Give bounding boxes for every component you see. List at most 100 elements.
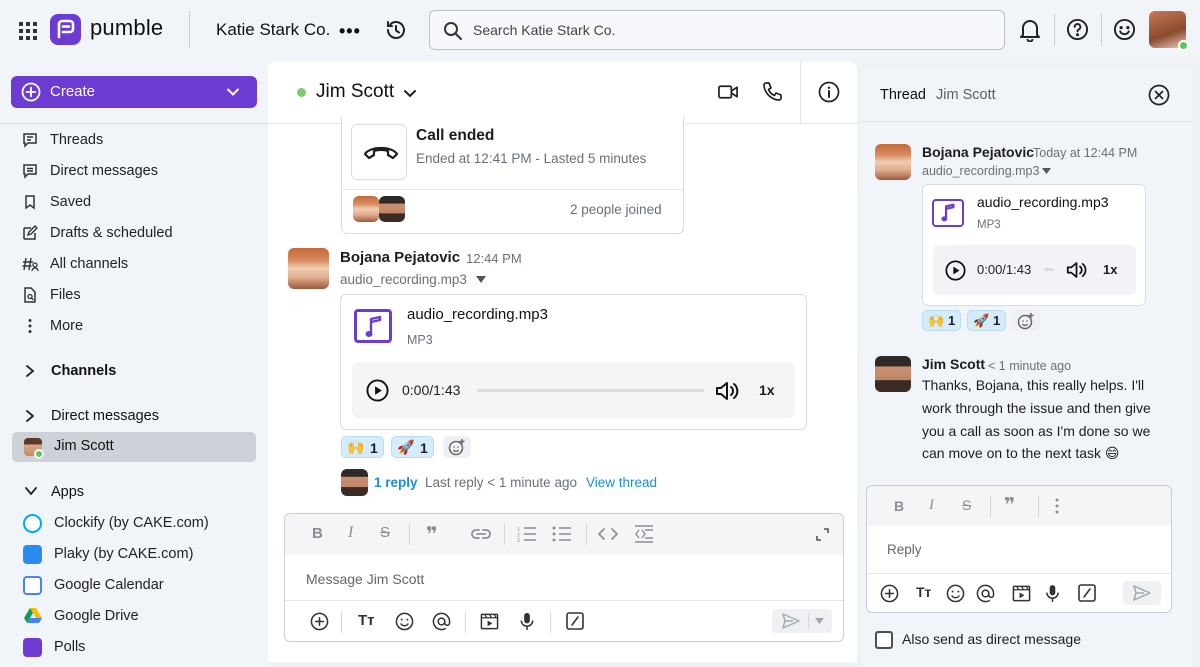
sidebar-item-files[interactable]: Files <box>0 281 268 309</box>
sidebar-item-threads[interactable]: Threads <box>0 126 268 154</box>
also-send-label[interactable]: Also send as direct message <box>902 631 1081 647</box>
reaction-rocket[interactable]: 🚀 1 <box>391 436 434 458</box>
sidebar-app-plaky[interactable]: Plaky (by CAKE.com) <box>0 540 268 568</box>
microphone-icon[interactable] <box>519 612 535 631</box>
italic-icon[interactable]: I <box>929 497 934 514</box>
reaction-rocket[interactable]: 🚀 1 <box>967 310 1006 331</box>
sidebar-app-google-drive[interactable]: Google Drive <box>0 602 268 630</box>
formatting-toolbar: B I S ❞ 123 <box>285 514 843 554</box>
quote-icon[interactable]: ❞ <box>1004 494 1015 517</box>
also-send-checkbox[interactable] <box>875 631 893 649</box>
text-format-icon[interactable]: Tт <box>358 612 375 629</box>
send-button[interactable] <box>1123 581 1161 605</box>
reply-input[interactable]: Reply <box>887 542 922 557</box>
sidebar-section-apps[interactable]: Apps <box>0 478 268 506</box>
audio-progress-track[interactable] <box>1044 268 1054 271</box>
sidebar-section-direct-messages[interactable]: Direct messages <box>0 402 268 430</box>
link-icon[interactable] <box>471 527 491 541</box>
thread-root-author[interactable]: Bojana Pejatovic <box>922 144 1034 160</box>
reply-author[interactable]: Jim Scott <box>922 356 985 372</box>
pumble-logo-icon[interactable] <box>50 14 81 45</box>
workspace-name[interactable]: Katie Stark Co. <box>216 20 330 40</box>
plus-circle-icon[interactable] <box>880 584 899 603</box>
slash-command-icon[interactable] <box>566 612 584 630</box>
sidebar-app-clockify[interactable]: Clockify (by CAKE.com) <box>0 509 268 537</box>
playback-speed[interactable]: 1x <box>1103 262 1117 277</box>
bullet-list-icon[interactable] <box>552 526 572 542</box>
sidebar-item-saved[interactable]: Saved <box>0 188 268 216</box>
status-emoji-icon[interactable] <box>1113 18 1136 41</box>
message-input[interactable]: Message Jim Scott <box>306 571 424 587</box>
close-icon[interactable] <box>1148 84 1170 106</box>
sidebar-item-more[interactable]: More <box>0 312 268 340</box>
phone-icon[interactable] <box>762 81 782 103</box>
divider <box>342 189 683 190</box>
create-button[interactable]: Create <box>11 76 257 108</box>
italic-icon[interactable]: I <box>348 524 353 542</box>
code-block-icon[interactable] <box>634 524 654 544</box>
video-call-icon[interactable] <box>718 82 739 102</box>
slash-command-icon[interactable] <box>1078 584 1096 602</box>
chevron-down-icon[interactable] <box>403 88 417 100</box>
reaction-raised-hands[interactable]: 🙌 1 <box>922 310 961 331</box>
play-icon[interactable] <box>945 260 966 281</box>
numbered-list-icon[interactable]: 123 <box>517 526 537 542</box>
chevron-right-icon <box>26 365 35 377</box>
sidebar-item-direct-messages[interactable]: Direct messages <box>0 157 268 185</box>
message-author[interactable]: Bojana Pejatovic <box>340 249 460 266</box>
quote-icon[interactable]: ❞ <box>426 522 438 547</box>
strikethrough-icon[interactable]: S <box>962 497 971 513</box>
strikethrough-icon[interactable]: S <box>380 524 390 541</box>
view-thread-link[interactable]: View thread <box>586 475 657 490</box>
workspace-more-button[interactable]: ••• <box>339 21 361 42</box>
send-options-caret-icon[interactable] <box>815 618 824 624</box>
add-reaction-button[interactable] <box>1012 310 1040 331</box>
video-clip-icon[interactable] <box>1012 584 1031 603</box>
author-avatar[interactable] <box>875 144 911 180</box>
sidebar-item-all-channels[interactable]: All channels <box>0 250 268 278</box>
file-title[interactable]: audio_recording.mp3 <box>407 306 548 323</box>
text-format-icon[interactable]: Tт <box>916 584 931 600</box>
reply-text-line: Thanks, Bojana, this really helps. I'll <box>922 377 1145 393</box>
apps-grid-icon[interactable] <box>18 21 38 41</box>
sidebar-app-google-calendar[interactable]: Google Calendar <box>0 571 268 599</box>
expand-icon[interactable] <box>816 528 829 541</box>
add-reaction-button[interactable] <box>443 436 471 458</box>
search-bar[interactable] <box>429 10 1005 50</box>
volume-icon[interactable] <box>1066 260 1087 280</box>
playback-speed[interactable]: 1x <box>759 382 775 398</box>
author-avatar[interactable] <box>288 248 329 289</box>
play-icon[interactable] <box>366 379 389 402</box>
video-clip-icon[interactable] <box>480 612 499 631</box>
microphone-icon[interactable] <box>1045 584 1060 603</box>
more-vertical-icon[interactable] <box>1055 498 1059 514</box>
caret-down-icon[interactable] <box>1041 167 1052 175</box>
volume-icon[interactable] <box>715 380 739 402</box>
plus-circle-icon[interactable] <box>310 612 329 631</box>
emoji-icon[interactable] <box>946 584 965 603</box>
bold-icon[interactable]: B <box>312 525 323 542</box>
audio-progress-track[interactable] <box>477 389 704 392</box>
mention-icon[interactable] <box>976 584 995 603</box>
sidebar-section-channels[interactable]: Channels <box>0 357 268 385</box>
reply-count-link[interactable]: 1 reply <box>374 475 418 490</box>
sidebar-app-polls[interactable]: Polls <box>0 633 268 661</box>
reaction-raised-hands[interactable]: 🙌 1 <box>341 436 384 458</box>
replier-avatar[interactable] <box>875 356 911 392</box>
reaction-emoji: 🚀 <box>973 313 990 328</box>
caret-down-icon[interactable] <box>475 275 487 284</box>
history-icon[interactable] <box>384 18 408 42</box>
bell-icon[interactable] <box>1019 18 1041 42</box>
info-icon[interactable] <box>818 81 840 103</box>
code-icon[interactable] <box>598 527 618 541</box>
emoji-icon[interactable] <box>395 612 414 631</box>
sidebar-item-drafts[interactable]: Drafts & scheduled <box>0 219 268 247</box>
help-icon[interactable] <box>1066 18 1089 41</box>
search-input[interactable] <box>473 20 973 40</box>
send-button[interactable] <box>772 609 832 633</box>
bold-icon[interactable]: B <box>894 498 904 514</box>
channel-name[interactable]: Jim Scott <box>316 81 394 103</box>
sidebar-item-dm-jim-scott[interactable]: Jim Scott <box>12 432 256 462</box>
mention-icon[interactable] <box>432 612 451 631</box>
file-title[interactable]: audio_recording.mp3 <box>977 194 1109 210</box>
